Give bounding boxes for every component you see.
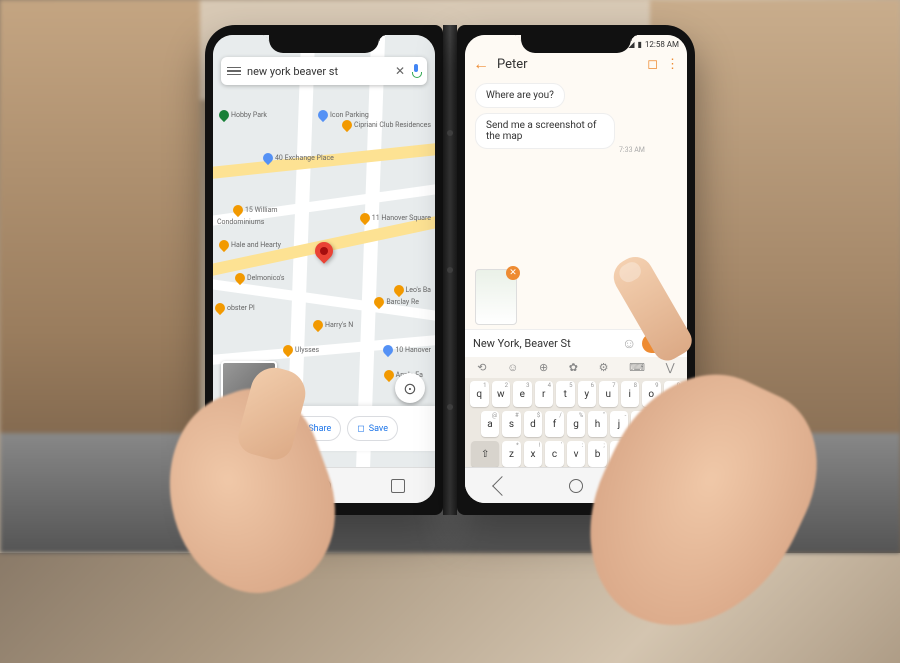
key-p[interactable]: 0p — [664, 381, 683, 407]
key-i[interactable]: 8i — [621, 381, 640, 407]
more-icon[interactable]: ⋮ — [666, 57, 679, 72]
key-backspace[interactable]: ⌫ — [653, 441, 681, 467]
key-l[interactable]: (l — [653, 411, 672, 437]
message-bubble[interactable]: Where are you? — [475, 83, 565, 108]
poi[interactable]: Barclay Re — [374, 297, 419, 307]
compose-input[interactable]: New York, Beaver St — [473, 337, 616, 350]
key-x[interactable]: !x — [524, 441, 543, 467]
poi[interactable]: 10 Hanover — [383, 345, 431, 355]
key-e[interactable]: 3e — [513, 381, 532, 407]
key-y[interactable]: 6y — [578, 381, 597, 407]
notch — [269, 35, 379, 53]
back-icon[interactable]: ← — [473, 54, 489, 74]
poi[interactable]: Cipriani Club Residences — [342, 120, 431, 130]
kb-tool-icon[interactable]: ⚙ — [599, 361, 609, 374]
nav-back-icon[interactable] — [240, 476, 260, 496]
poi[interactable]: Leo's Ba — [394, 285, 431, 295]
emoji-icon[interactable]: ☺ — [622, 335, 636, 352]
key-m[interactable]: ,m — [631, 441, 650, 467]
key-s[interactable]: #s — [502, 411, 521, 437]
key-k[interactable]: +k — [631, 411, 650, 437]
search-bar[interactable]: new york beaver st ✕ — [221, 57, 427, 85]
key-h[interactable]: "h — [588, 411, 607, 437]
phone-right: ▮◢ ▮ 12:58 AM ← Peter ◻ ⋮ Where are you?… — [457, 25, 695, 515]
contact-icon[interactable]: ◻ — [647, 57, 658, 72]
kb-tool-icon[interactable]: ⋁ — [666, 361, 675, 374]
android-navbar — [213, 467, 435, 503]
poi[interactable]: 15 William — [233, 205, 278, 215]
locate-button[interactable] — [395, 373, 425, 403]
key-d[interactable]: $d — [524, 411, 543, 437]
key-n[interactable]: ?n — [610, 441, 629, 467]
notch — [521, 35, 631, 53]
clock: 12:58 AM — [645, 40, 679, 49]
search-input[interactable]: new york beaver st — [247, 65, 389, 78]
key-c[interactable]: 'c — [545, 441, 564, 467]
poi[interactable]: obster Pl — [215, 303, 255, 313]
poi[interactable]: 40 Exchange Place — [263, 153, 334, 163]
key-q[interactable]: 1q — [470, 381, 489, 407]
poi[interactable]: 11 Hanover Square — [360, 213, 431, 223]
keyboard-toolbar: ⟲ ☺ ⊕ ✿ ⚙ ⌨ ⋁ — [465, 357, 687, 378]
key-j[interactable]: -j — [610, 411, 629, 437]
kb-tool-icon[interactable]: ⌨ — [629, 361, 645, 374]
poi[interactable]: Harry's N — [313, 320, 353, 330]
device-hinge — [443, 25, 457, 515]
save-button[interactable]: ◻Save — [347, 416, 398, 441]
kb-tool-icon[interactable]: ⟲ — [477, 361, 486, 374]
key-a[interactable]: @a — [481, 411, 500, 437]
message-bubble[interactable]: Send me a screenshot of the map — [475, 113, 615, 149]
key-g[interactable]: %g — [567, 411, 586, 437]
key-shift[interactable]: ⇧ — [471, 441, 499, 467]
key-z[interactable]: *z — [502, 441, 521, 467]
attachment-thumbnail[interactable] — [475, 269, 517, 325]
poi[interactable]: Delmonico's — [235, 273, 284, 283]
key-w[interactable]: 2w — [492, 381, 511, 407]
nav-recent-icon[interactable] — [391, 479, 405, 493]
contact-name[interactable]: Peter — [497, 57, 639, 72]
key-u[interactable]: 7u — [599, 381, 618, 407]
message-list[interactable]: Where are you? Send me a screenshot of t… — [465, 75, 687, 162]
kb-tool-icon[interactable]: ✿ — [569, 361, 578, 374]
nav-back-icon[interactable] — [492, 476, 512, 496]
key-v[interactable]: :v — [567, 441, 586, 467]
key-t[interactable]: 5t — [556, 381, 575, 407]
poi[interactable]: Hale and Hearty — [219, 240, 281, 250]
poi[interactable]: Icon Parking — [318, 110, 369, 120]
menu-icon[interactable] — [227, 67, 241, 76]
clear-icon[interactable]: ✕ — [395, 64, 405, 78]
key-o[interactable]: 9o — [642, 381, 661, 407]
kb-tool-icon[interactable]: ☺ — [507, 361, 518, 374]
poi[interactable]: Hobby Park — [219, 110, 267, 120]
nav-recent-icon[interactable] — [643, 479, 657, 493]
key-b[interactable]: ;b — [588, 441, 607, 467]
android-navbar — [465, 467, 687, 503]
key-r[interactable]: 4r — [535, 381, 554, 407]
kb-tool-icon[interactable]: ⊕ — [539, 361, 548, 374]
mic-icon[interactable] — [411, 64, 421, 78]
timestamp: 7:33 AM — [619, 146, 645, 154]
poi[interactable]: Ulysses — [283, 345, 319, 355]
nav-home-icon[interactable] — [317, 479, 331, 493]
nav-home-icon[interactable] — [569, 479, 583, 493]
key-f[interactable]: /f — [545, 411, 564, 437]
